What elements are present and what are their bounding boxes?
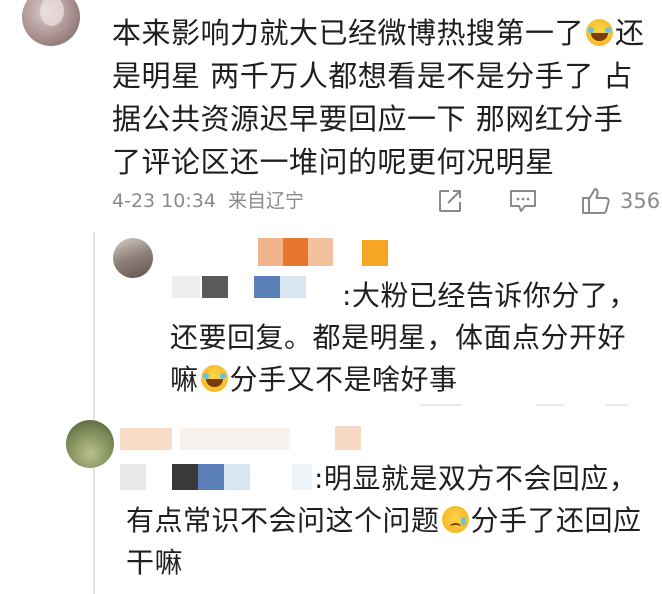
reply-avatar[interactable]: [66, 420, 114, 468]
reply-body-1: :大粉已经告诉你分了，还要回复。都是明星，体面点分开好嘛 分手又不是啥好事: [170, 275, 645, 401]
username-mosaic-3: [120, 418, 370, 452]
faded-divider: [606, 404, 628, 406]
thumbs-up-icon: [582, 188, 610, 214]
commenter-avatar[interactable]: [22, 0, 80, 46]
faded-divider: [420, 404, 462, 406]
reply-button[interactable]: [508, 186, 538, 216]
laughing-tears-emoji-icon: [586, 19, 614, 46]
comment-timestamp: 4-23 10:34: [112, 190, 216, 212]
reply-body-2: :明显就是双方不会回应，有点常识不会问这个问题 分手了还回应干嘛: [126, 458, 656, 584]
like-button[interactable]: 356: [580, 186, 660, 216]
reply-thread-divider: [93, 232, 95, 594]
sad-tear-emoji-icon: [441, 506, 469, 533]
username-mosaic: [258, 238, 358, 268]
comment-body: 本来影响力就大已经微博热搜第一了 还是明星 两千万人都想看是不是分手了 占据公共资…: [112, 12, 652, 184]
comment-meta: 4-23 10:34 来自辽宁: [112, 186, 304, 216]
faded-divider: [536, 404, 564, 406]
comment-icon: [510, 190, 536, 212]
reply-avatar[interactable]: [113, 238, 153, 278]
comment-location: 来自辽宁: [227, 190, 304, 212]
reply-1-text-part2: 分手又不是啥好事: [229, 363, 458, 396]
laughing-tears-emoji-icon: [200, 365, 228, 392]
comment-text-part1: 本来影响力就大已经微博热搜第一了: [112, 16, 585, 50]
share-button[interactable]: [436, 186, 464, 216]
badge-mosaic: [362, 240, 388, 266]
share-icon: [439, 190, 461, 212]
like-count: 356: [620, 189, 661, 213]
